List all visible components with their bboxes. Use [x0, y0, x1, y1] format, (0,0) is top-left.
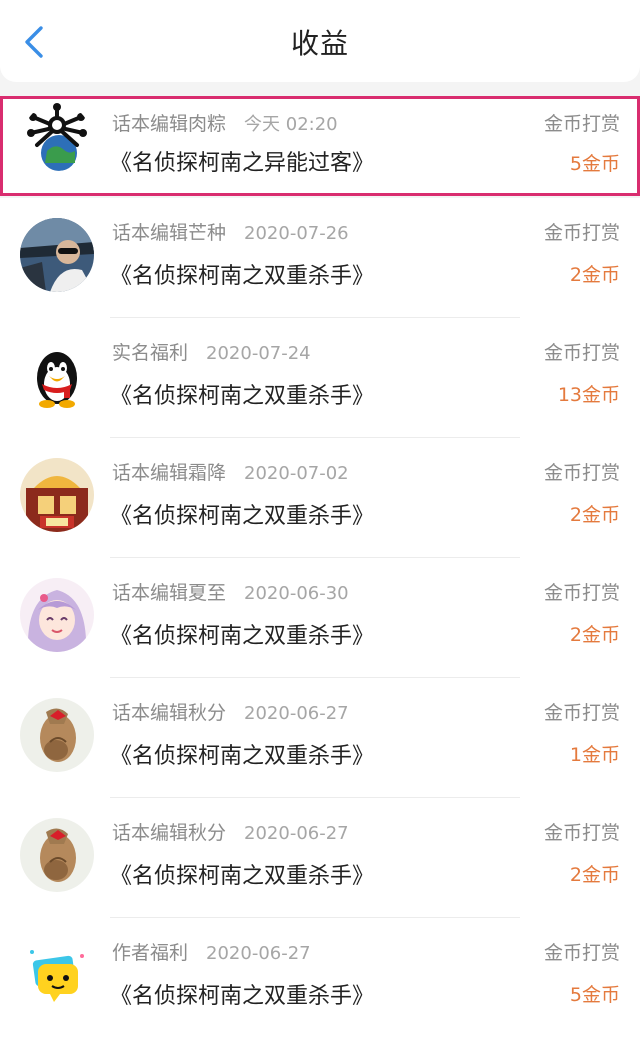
- avatar: [20, 338, 94, 412]
- list-item[interactable]: 话本编辑夏至 2020-06-30 《名侦探柯南之双重杀手》 金币打赏 2金币: [0, 558, 640, 678]
- avatar: [20, 218, 94, 292]
- list-item[interactable]: 作者福利 2020-06-27 《名侦探柯南之双重杀手》 金币打赏 5金币: [0, 918, 640, 1038]
- coin-amount: 2金币: [569, 624, 620, 646]
- book-title: 《名侦探柯南之双重杀手》: [110, 864, 375, 889]
- reward-type: 金币打赏: [543, 582, 620, 604]
- reward-type: 金币打赏: [543, 942, 620, 964]
- source-label: 实名福利: [112, 342, 189, 364]
- book-title: 《名侦探柯南之双重杀手》: [110, 744, 375, 769]
- date-label: 2020-07-24: [206, 343, 311, 364]
- source-label: 话本编辑霜降: [112, 462, 227, 484]
- coin-amount: 2金币: [569, 264, 620, 286]
- avatar: [20, 698, 94, 772]
- list-item[interactable]: 话本编辑秋分 2020-06-27 《名侦探柯南之双重杀手》 金币打赏 2金币: [0, 798, 640, 918]
- page-title: 收益: [290, 27, 349, 60]
- coin-amount: 13金币: [557, 384, 620, 406]
- coin-amount: 5金币: [569, 153, 620, 175]
- date-label: 2020-06-27: [206, 943, 311, 964]
- date-label: 2020-07-02: [244, 463, 349, 484]
- list-item[interactable]: 话本编辑肉粽 今天 02:20 《名侦探柯南之异能过客》 金币打赏 5金币: [0, 96, 640, 196]
- item-meta: 实名福利 2020-07-24: [112, 338, 311, 365]
- source-label: 话本编辑肉粽: [112, 113, 227, 135]
- avatar: [20, 578, 94, 652]
- reward-type: 金币打赏: [543, 462, 620, 484]
- reward-type: 金币打赏: [543, 222, 620, 244]
- date-label: 2020-06-27: [244, 823, 349, 844]
- book-title: 《名侦探柯南之双重杀手》: [110, 264, 375, 289]
- date-label: 2020-06-27: [244, 703, 349, 724]
- date-label: 2020-07-26: [244, 223, 349, 244]
- top-bar: 收益: [0, 0, 640, 82]
- avatar: [23, 103, 91, 171]
- item-meta: 作者福利 2020-06-27: [112, 938, 311, 965]
- book-title: 《名侦探柯南之双重杀手》: [110, 624, 375, 649]
- coin-amount: 1金币: [569, 744, 620, 766]
- chat-bubble-icon: [20, 938, 94, 1012]
- book-title: 《名侦探柯南之双重杀手》: [110, 384, 375, 409]
- penguin-icon: [20, 338, 94, 412]
- book-title: 《名侦探柯南之异能过客》: [110, 151, 375, 176]
- avatar: [20, 938, 94, 1012]
- list-item[interactable]: 话本编辑霜降 2020-07-02 《名侦探柯南之双重杀手》 金币打赏 2金币: [0, 438, 640, 558]
- source-label: 话本编辑芒种: [112, 222, 227, 244]
- item-meta: 话本编辑霜降 2020-07-02: [112, 458, 349, 485]
- reward-type: 金币打赏: [543, 113, 620, 135]
- avatar: [20, 458, 94, 532]
- item-meta: 话本编辑秋分 2020-06-27: [112, 818, 349, 845]
- coin-amount: 5金币: [569, 984, 620, 1006]
- coin-amount: 2金币: [569, 504, 620, 526]
- earnings-list: 话本编辑肉粽 今天 02:20 《名侦探柯南之异能过客》 金币打赏 5金币 话本…: [0, 96, 640, 1038]
- item-meta: 话本编辑秋分 2020-06-27: [112, 698, 349, 725]
- list-item[interactable]: 话本编辑秋分 2020-06-27 《名侦探柯南之双重杀手》 金币打赏 1金币: [0, 678, 640, 798]
- source-label: 话本编辑夏至: [112, 582, 227, 604]
- coin-amount: 2金币: [569, 864, 620, 886]
- list-item[interactable]: 话本编辑芒种 2020-07-26 《名侦探柯南之双重杀手》 金币打赏 2金币: [0, 198, 640, 318]
- avatar: [20, 818, 94, 892]
- source-label: 话本编辑秋分: [112, 702, 227, 724]
- reward-type: 金币打赏: [543, 822, 620, 844]
- list-item[interactable]: 实名福利 2020-07-24 《名侦探柯南之双重杀手》 金币打赏 13金币: [0, 318, 640, 438]
- book-title: 《名侦探柯南之双重杀手》: [110, 984, 375, 1009]
- item-meta: 话本编辑夏至 2020-06-30: [112, 578, 349, 605]
- source-label: 话本编辑秋分: [112, 822, 227, 844]
- item-meta: 话本编辑芒种 2020-07-26: [112, 218, 349, 245]
- source-label: 作者福利: [112, 942, 189, 964]
- reward-type: 金币打赏: [543, 342, 620, 364]
- book-title: 《名侦探柯南之双重杀手》: [110, 504, 375, 529]
- item-meta: 话本编辑肉粽 今天 02:20: [112, 109, 338, 136]
- date-label: 2020-06-30: [244, 583, 349, 604]
- date-label: 今天 02:20: [244, 114, 338, 135]
- reward-type: 金币打赏: [543, 702, 620, 724]
